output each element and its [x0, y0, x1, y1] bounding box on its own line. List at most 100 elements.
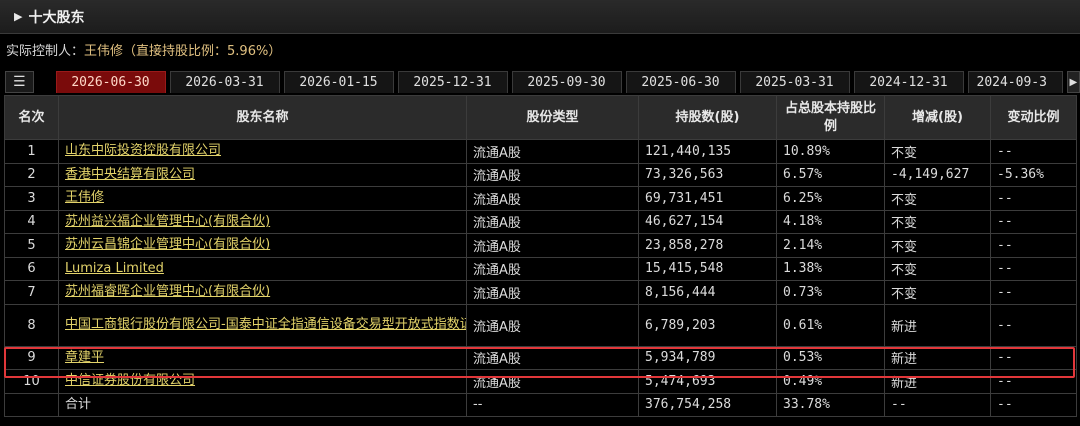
- shares-cell: 6,789,203: [638, 303, 777, 347]
- table-row[interactable]: 1 山东中际投资控股有限公司 流通A股 121,440,135 10.89% 不变 --: [4, 139, 1077, 164]
- table-row[interactable]: 10 中信证券股份有限公司 流通A股 5,474,693 0.49% 新进 --: [4, 369, 1077, 394]
- holder-name-cell: Lumiza Limited: [58, 256, 467, 281]
- header-holder-name[interactable]: 股东名称: [58, 95, 467, 140]
- tab-period-5[interactable]: 2025-06-30: [625, 71, 736, 93]
- share-type-cell: 流通A股: [466, 369, 639, 394]
- change-ratio-cell: --: [990, 280, 1077, 305]
- share-type-cell: 流通A股: [466, 280, 639, 305]
- change-ratio-cell: --: [990, 233, 1077, 258]
- holder-name-link[interactable]: 苏州益兴福企业管理中心(有限合伙): [65, 214, 270, 229]
- holder-name-link[interactable]: 山东中际投资控股有限公司: [65, 143, 221, 158]
- shares-cell: 5,474,693: [638, 369, 777, 394]
- holder-name-cell: 中国工商银行股份有限公司-国泰中证全指通信设备交易型开放式指数证券投资基金: [58, 303, 467, 347]
- change-ratio-cell: --: [990, 139, 1077, 164]
- rank-cell: 7: [4, 280, 59, 305]
- holding-pct-cell: 0.73%: [776, 280, 885, 305]
- section-title: 十大股东: [28, 9, 85, 26]
- holding-pct-cell: 10.89%: [776, 139, 885, 164]
- table-body: 1 山东中际投资控股有限公司 流通A股 121,440,135 10.89% 不变 -- 2 香…: [4, 139, 1077, 417]
- rank-cell: 5: [4, 233, 59, 258]
- total-type-cell: --: [466, 392, 639, 417]
- total-rank-cell: [4, 392, 59, 417]
- header-holding-pct[interactable]: 占总股本持股比例: [776, 95, 885, 140]
- table-row[interactable]: 3 王伟修 流通A股 69,731,451 6.25% 不变 --: [4, 186, 1077, 211]
- change-ratio-cell: --: [990, 303, 1077, 347]
- tab-period-1[interactable]: 2026-03-31: [169, 71, 280, 93]
- change-ratio-cell: --: [990, 345, 1077, 370]
- section-header[interactable]: ▶ 十大股东: [0, 0, 1080, 34]
- tab-scroll-right-icon[interactable]: ▶: [1066, 71, 1080, 93]
- holding-pct-cell: 6.25%: [776, 186, 885, 211]
- holder-name-link[interactable]: 中国工商银行股份有限公司-国泰中证全指通信设备交易型开放式指数证券投资基金: [65, 317, 466, 332]
- period-tabbar: ☰ 2026-06-30 2026-03-31 2026-01-15 2025-12-…: [0, 71, 1080, 93]
- change-cell: 不变: [884, 280, 991, 305]
- tab-period-overflow[interactable]: 2024-09-3: [967, 71, 1063, 93]
- expand-triangle-icon[interactable]: ▶: [14, 10, 22, 23]
- tab-period-2[interactable]: 2026-01-15: [283, 71, 394, 93]
- change-cell: 不变: [884, 209, 991, 234]
- change-ratio-cell: --: [990, 256, 1077, 281]
- holder-name-link[interactable]: 苏州福睿晖企业管理中心(有限合伙): [65, 284, 270, 299]
- menu-icon[interactable]: ☰: [5, 71, 34, 93]
- table-row[interactable]: 9 章建平 流通A股 5,934,789 0.53% 新进 --: [4, 345, 1077, 370]
- change-cell: 新进: [884, 303, 991, 347]
- table-row[interactable]: 8 中国工商银行股份有限公司-国泰中证全指通信设备交易型开放式指数证券投资基金流通…: [4, 303, 1077, 347]
- shares-cell: 73,326,563: [638, 162, 777, 187]
- holder-name-link[interactable]: 香港中央结算有限公司: [65, 167, 195, 182]
- header-rank[interactable]: 名次: [4, 95, 59, 140]
- period-tabs: 2026-06-30 2026-03-31 2026-01-15 2025-12-31…: [55, 71, 968, 93]
- change-cell: 不变: [884, 256, 991, 281]
- holder-name-cell: 苏州益兴福企业管理中心(有限合伙): [58, 209, 467, 234]
- rank-cell: 6: [4, 256, 59, 281]
- holder-name-link[interactable]: 苏州云昌锦企业管理中心(有限合伙): [65, 237, 270, 252]
- holding-pct-cell: 2.14%: [776, 233, 885, 258]
- change-cell: 不变: [884, 233, 991, 258]
- change-cell: 不变: [884, 186, 991, 211]
- table-row[interactable]: 7 苏州福睿晖企业管理中心(有限合伙) 流通A股 8,156,444 0.73% 不变 --: [4, 280, 1077, 305]
- holding-pct-cell: 0.61%: [776, 303, 885, 347]
- tab-period-4[interactable]: 2025-09-30: [511, 71, 622, 93]
- share-type-cell: 流通A股: [466, 233, 639, 258]
- total-change-ratio-cell: --: [990, 392, 1077, 417]
- tab-period-7[interactable]: 2024-12-31: [853, 71, 964, 93]
- shares-cell: 69,731,451: [638, 186, 777, 211]
- table-header-row: 名次 股东名称 股份类型 持股数(股) 占总股本持股比例 增减(股) 变动比例: [4, 95, 1077, 140]
- table-row[interactable]: 6 Lumiza Limited 流通A股 15,415,548 1.38% 不变 --: [4, 256, 1077, 281]
- total-shares-cell: 376,754,258: [638, 392, 777, 417]
- table-row[interactable]: 5 苏州云昌锦企业管理中心(有限合伙) 流通A股 23,858,278 2.14% 不变 -…: [4, 233, 1077, 258]
- rank-cell: 2: [4, 162, 59, 187]
- total-row: 合计 -- 376,754,258 33.78% -- --: [4, 392, 1077, 417]
- tab-period-0[interactable]: 2026-06-30: [55, 71, 166, 93]
- holder-name-cell: 中信证券股份有限公司: [58, 369, 467, 394]
- header-share-type[interactable]: 股份类型: [466, 95, 639, 140]
- rank-cell: 10: [4, 369, 59, 394]
- change-cell: 新进: [884, 345, 991, 370]
- holding-pct-cell: 0.49%: [776, 369, 885, 394]
- holding-pct-cell: 0.53%: [776, 345, 885, 370]
- header-shares-held[interactable]: 持股数(股): [638, 95, 777, 140]
- tab-period-6[interactable]: 2025-03-31: [739, 71, 850, 93]
- shares-cell: 46,627,154: [638, 209, 777, 234]
- change-ratio-cell: --: [990, 186, 1077, 211]
- shares-cell: 23,858,278: [638, 233, 777, 258]
- table-row[interactable]: 4 苏州益兴福企业管理中心(有限合伙) 流通A股 46,627,154 4.18% 不变 -…: [4, 209, 1077, 234]
- header-change[interactable]: 增减(股): [884, 95, 991, 140]
- holder-name-link[interactable]: 王伟修: [65, 190, 104, 205]
- holder-name-cell: 香港中央结算有限公司: [58, 162, 467, 187]
- table-row[interactable]: 2 香港中央结算有限公司 流通A股 73,326,563 6.57% -4,149,627…: [4, 162, 1077, 187]
- holder-name-link[interactable]: Lumiza Limited: [65, 261, 164, 276]
- holder-name-link[interactable]: 中信证券股份有限公司: [65, 373, 195, 388]
- change-cell: 不变: [884, 139, 991, 164]
- actual-controller: 实际控制人：王伟修（直接持股比例：5.96%）: [6, 42, 281, 62]
- change-ratio-cell: --: [990, 209, 1077, 234]
- header-change-ratio[interactable]: 变动比例: [990, 95, 1077, 140]
- tab-period-3[interactable]: 2025-12-31: [397, 71, 508, 93]
- holder-name-cell: 章建平: [58, 345, 467, 370]
- holder-name-link[interactable]: 章建平: [65, 350, 104, 365]
- total-pct-cell: 33.78%: [776, 392, 885, 417]
- change-cell: -4,149,627: [884, 162, 991, 187]
- holding-pct-cell: 1.38%: [776, 256, 885, 281]
- share-type-cell: 流通A股: [466, 345, 639, 370]
- rank-cell: 8: [4, 303, 59, 347]
- rank-cell: 3: [4, 186, 59, 211]
